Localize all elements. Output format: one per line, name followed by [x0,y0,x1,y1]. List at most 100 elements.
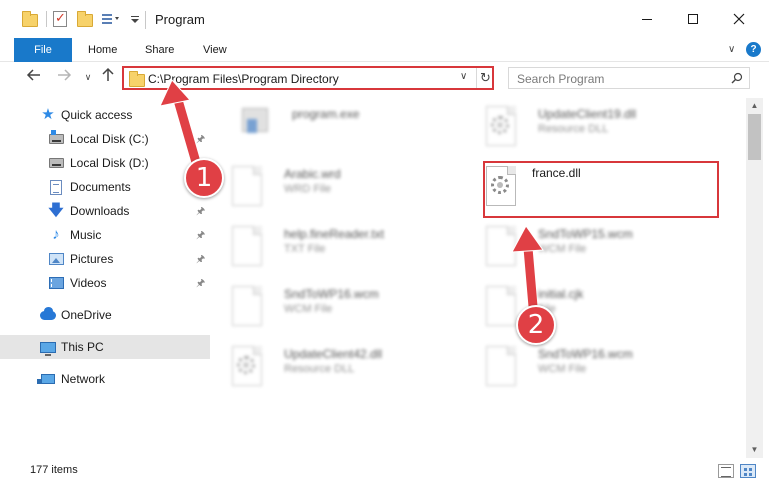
network-icon [37,371,56,387]
status-bar: 177 items [0,458,769,485]
address-path[interactable]: C:\Program Files\Program Directory [148,72,339,86]
sidebar-item-label: Music [70,228,102,242]
file-type: TXT File [284,243,326,255]
search-icon[interactable] [731,72,743,84]
sidebar-item-label: Local Disk (D:) [70,156,149,170]
sidebar-item-local-disk-c[interactable]: Local Disk (C:) 🖈 [0,127,210,151]
pin-icon[interactable]: 🖈 [196,252,205,269]
highlight-box [483,161,719,218]
recent-locations-icon[interactable]: ∨ [78,67,98,87]
file-name: program.exe [292,107,360,121]
minimize-icon [642,18,652,20]
pin-icon[interactable]: 🖈 [196,228,205,245]
file-item[interactable]: SndToWP16.wcm WCM File [214,280,454,336]
sidebar-item-label: Pictures [70,252,114,266]
sidebar-item-label: Quick access [61,108,133,122]
close-icon [733,13,745,25]
star-icon: ★ [41,106,55,123]
scroll-thumb[interactable] [748,114,761,160]
sidebar-item-downloads[interactable]: 🡇 Downloads 🖈 [0,199,210,223]
scroll-up-icon[interactable]: ▲ [746,98,763,114]
search-box[interactable]: Search Program [508,67,750,89]
file-name: Arabic.wrd [284,167,341,181]
documents-icon [48,179,64,195]
help-icon[interactable]: ? [746,42,761,57]
sidebar-item-pictures[interactable]: Pictures 🖈 [0,247,210,271]
vertical-scrollbar[interactable]: ▲ ▼ [746,98,763,458]
maximize-icon [688,14,698,24]
music-icon: ♪ [52,226,60,243]
tab-view[interactable]: View [191,38,239,62]
file-item[interactable]: SndToWP16.wcm WCM File [468,340,708,396]
maximize-button[interactable] [670,0,716,38]
close-button[interactable] [716,0,762,38]
pin-icon[interactable]: 🖈 [196,276,205,293]
sidebar-item-videos[interactable]: Videos 🖈 [0,271,210,295]
sidebar-item-label: Documents [70,180,131,194]
sidebar-item-quick-access[interactable]: ★ Quick access [0,103,210,127]
sidebar-item-label: Network [61,372,106,386]
dll-icon [230,344,264,388]
file-item[interactable]: UpdateClient42.dll Resource DLL [214,340,454,396]
up-button[interactable] [98,67,118,87]
large-icons-view-icon[interactable] [740,464,756,478]
pin-icon[interactable]: 🖈 [196,132,205,149]
new-folder-icon[interactable] [77,11,95,27]
sidebar-item-network[interactable]: Network [0,367,210,391]
file-item[interactable]: initial.cjk File [468,280,708,336]
quick-access-toolbar [22,9,141,29]
file-item[interactable]: program.exe [222,100,462,156]
toolbar-separator [46,11,47,27]
file-item[interactable]: UpdateClient19.dll Resource DLL [468,100,708,156]
tab-home[interactable]: Home [76,38,129,62]
file-list: program.exe UpdateClient19.dll Resource … [212,98,746,458]
pin-icon[interactable]: 🖈 [196,204,205,221]
sidebar-item-this-pc[interactable]: This PC [0,335,210,359]
sidebar-item-music[interactable]: ♪ Music 🖈 [0,223,210,247]
disk-icon [48,155,64,171]
qat-dropdown-icon[interactable] [129,11,141,27]
properties-icon[interactable] [53,10,71,27]
sidebar-item-onedrive[interactable]: OneDrive [0,303,210,327]
step-badge-2: 2 [516,305,556,345]
sidebar-item-label: Local Disk (C:) [70,132,149,146]
step-badge-1: 1 [184,158,224,198]
file-type: WCM File [538,363,587,375]
navigation-bar: ∨ C:\Program Files\Program Directory ∨ ↻… [0,62,769,92]
title-bar: Program [0,0,769,38]
exe-icon [238,104,272,148]
onedrive-icon [40,306,56,323]
file-item[interactable]: help.fineReader.txt TXT File [214,220,454,276]
address-bar[interactable]: C:\Program Files\Program Directory ∨ ↻ [122,66,494,90]
tab-file[interactable]: File [14,38,72,62]
tab-share[interactable]: Share [133,38,186,62]
customize-icon[interactable] [101,11,123,27]
file-name: UpdateClient19.dll [538,107,637,121]
details-view-icon[interactable] [718,464,734,478]
address-dropdown-icon[interactable]: ∨ [460,71,467,82]
forward-button[interactable] [54,67,74,87]
item-count: 177 items [30,464,78,476]
scroll-down-icon[interactable]: ▼ [746,442,763,458]
refresh-icon[interactable]: ↻ [476,68,494,88]
search-input[interactable]: Search Program [517,72,604,86]
dll-icon [484,104,518,148]
title-separator [145,11,146,29]
file-item[interactable]: Arabic.wrd WRD File [214,160,454,216]
back-arrow-icon [26,69,40,81]
file-name: SndToWP16.wcm [284,287,379,301]
sidebar-item-label: This PC [61,340,104,354]
back-button[interactable] [24,67,44,87]
file-icon [230,224,264,268]
file-icon [484,284,518,328]
expand-ribbon-icon[interactable]: ∨ [728,44,735,55]
file-name: help.fineReader.txt [284,227,385,241]
file-name: SndToWP16.wcm [538,347,633,361]
file-type: Resource DLL [538,123,609,135]
file-type: WCM File [538,243,587,255]
minimize-button[interactable] [624,0,670,38]
file-item[interactable]: SndToWP15.wcm WCM File [468,220,708,276]
up-arrow-icon [102,67,114,81]
sidebar-item-documents[interactable]: Documents [0,175,210,199]
sidebar-item-local-disk-d[interactable]: Local Disk (D:) [0,151,210,175]
